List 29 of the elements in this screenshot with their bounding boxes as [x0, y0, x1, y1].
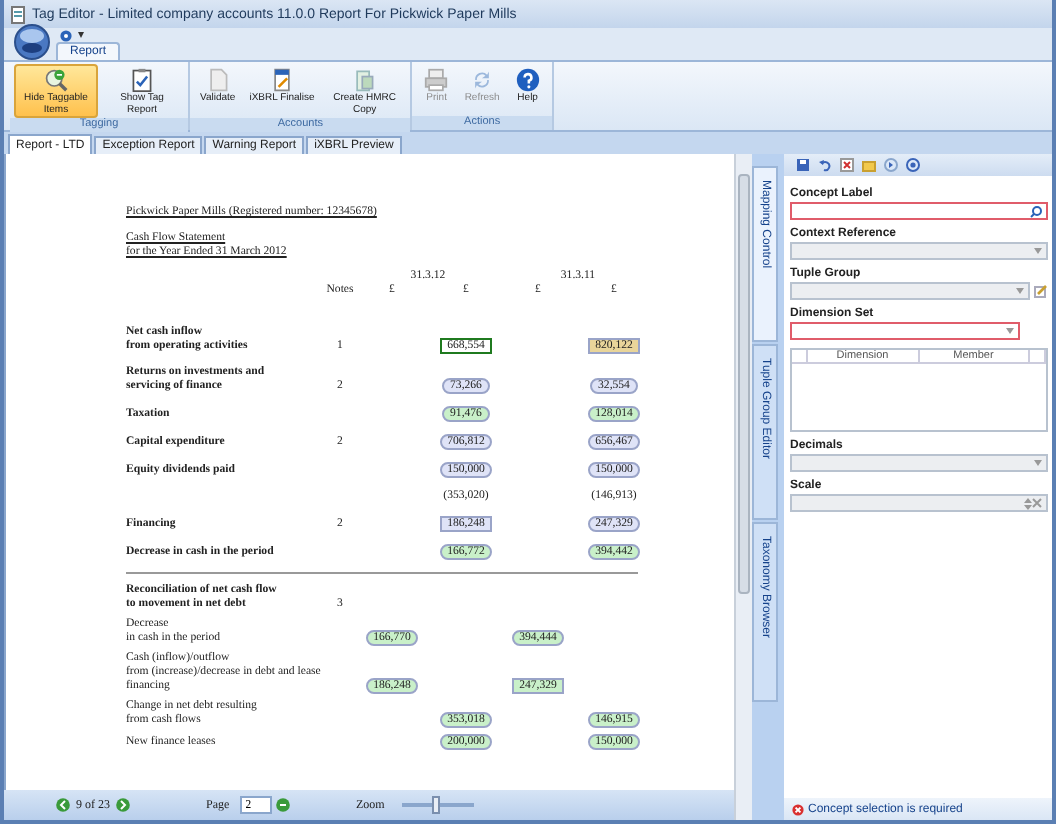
printer-icon — [424, 68, 449, 92]
spin-icon — [1024, 497, 1032, 509]
document-icon — [10, 5, 26, 23]
dropdown-arrow-icon — [1034, 460, 1042, 466]
forward-icon[interactable] — [884, 158, 898, 172]
document-icon — [205, 68, 230, 92]
folder-icon[interactable] — [862, 158, 876, 172]
dropdown-arrow-icon — [1016, 288, 1024, 294]
document-icon — [270, 68, 294, 92]
error-icon — [792, 803, 804, 815]
search-icon — [1030, 205, 1042, 217]
delete-icon[interactable] — [840, 158, 854, 172]
clipboard-icon — [130, 68, 154, 92]
scrollbar-thumb[interactable] — [738, 174, 750, 594]
refresh-icon — [470, 68, 495, 92]
search-field[interactable] — [790, 202, 1048, 220]
previous-icon[interactable] — [56, 798, 70, 812]
undo-icon[interactable] — [818, 158, 832, 172]
dropdown-arrow-icon — [1006, 328, 1014, 334]
document-icon — [352, 68, 377, 92]
magnifier-icon — [44, 68, 68, 92]
dropdown-arrow-icon — [1034, 248, 1042, 254]
app-menu-orb[interactable] — [14, 24, 50, 60]
save-icon[interactable] — [796, 158, 810, 172]
slider-thumb[interactable] — [431, 796, 440, 814]
go-icon[interactable] — [275, 798, 290, 812]
edit-icon[interactable] — [1034, 284, 1048, 298]
clear-icon — [1032, 498, 1042, 508]
dropdown-field[interactable] — [790, 322, 1020, 340]
